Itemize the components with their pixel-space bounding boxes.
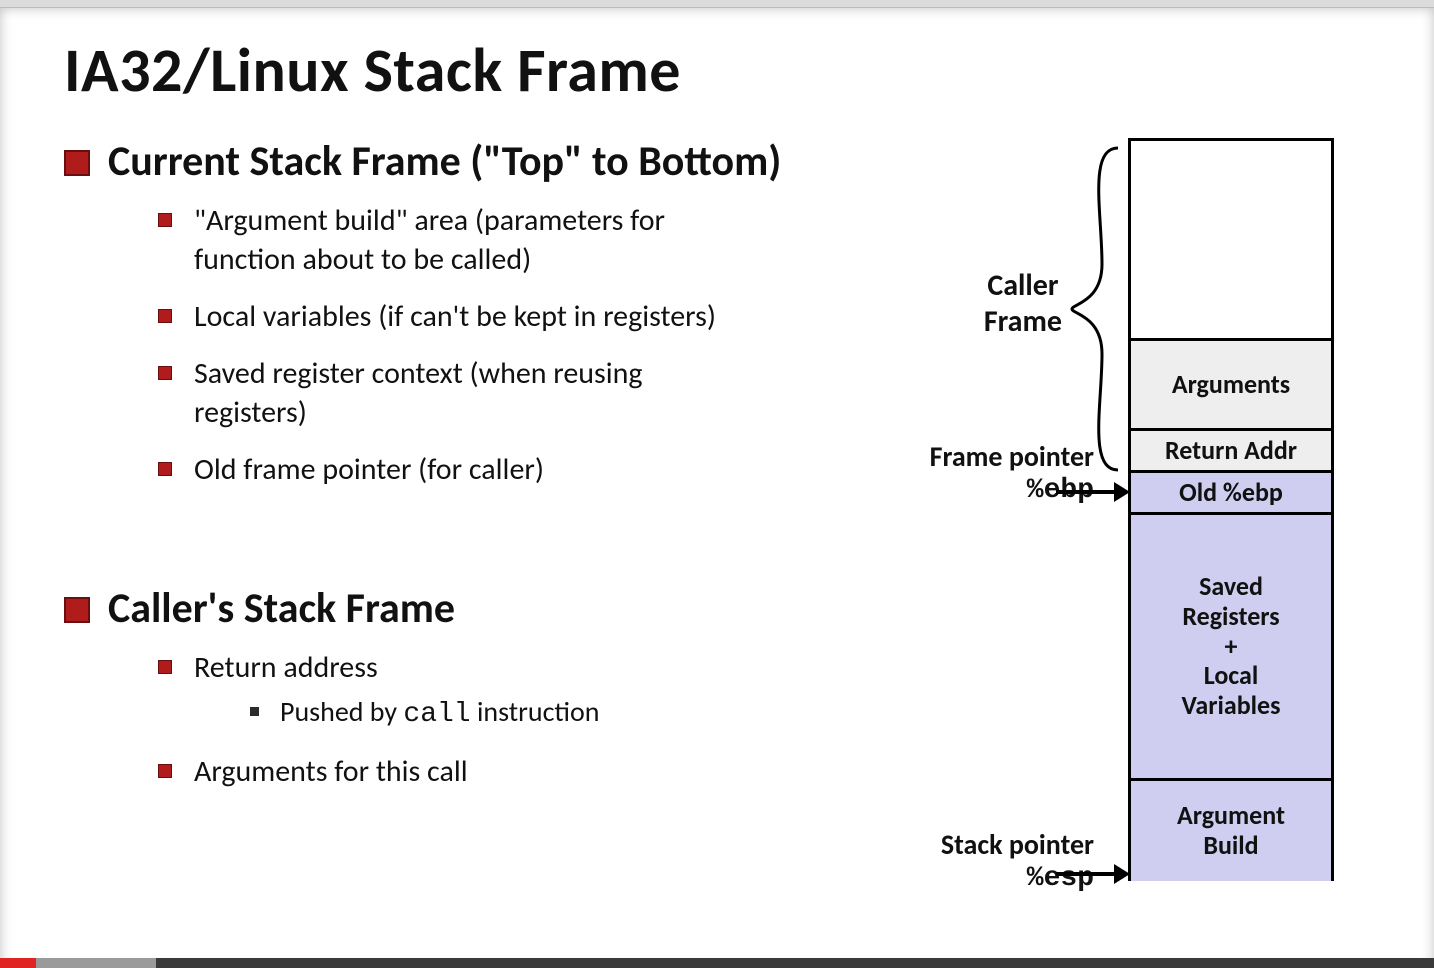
progress-played: [0, 958, 36, 968]
list-item: Arguments for this call: [158, 752, 754, 791]
slide-content: IA32/Linux Stack Frame Current Stack Fra…: [0, 8, 1434, 968]
sub-list-item: Pushed by call instruction: [250, 693, 754, 734]
stack-cell-return-addr: Return Addr: [1131, 431, 1331, 473]
sub-item-post: instruction: [471, 694, 600, 729]
caller-label-line1: Caller: [984, 268, 1062, 304]
stack-cell-saved-locals: SavedRegisters+LocalVariables: [1131, 515, 1331, 781]
slide-title: IA32/Linux Stack Frame: [64, 32, 1394, 108]
stack-diagram: Caller Frame Frame pointer %ebp Stack po…: [794, 138, 1394, 898]
stack-cell-arguments: Arguments: [1131, 341, 1331, 431]
sub-list: Pushed by call instruction: [194, 687, 754, 734]
caller-frame-label: Caller Frame: [984, 268, 1062, 340]
sub-item-pre: Pushed by: [280, 694, 403, 729]
video-progress-bar[interactable]: [0, 958, 1434, 968]
frame-pointer-text: Frame pointer: [930, 440, 1094, 474]
stack-pointer-label: Stack pointer %esp: [941, 828, 1094, 895]
stack-cell-old-ebp: Old %ebp: [1131, 473, 1331, 515]
stack-cell-top-space: [1131, 141, 1331, 341]
list-item: Saved register context (when reusing reg…: [158, 354, 754, 432]
stack-pointer-reg: %esp: [941, 862, 1094, 896]
section-heading: Current Stack Frame ("Top" to Bottom): [108, 136, 781, 187]
list-item-text: Return address: [194, 649, 378, 686]
progress-loaded: [36, 958, 156, 968]
list-item: "Argument build" area (parameters for fu…: [158, 201, 754, 279]
bullet-icon: [64, 597, 90, 623]
brace-icon: [1068, 144, 1128, 474]
list-item: Local variables (if can't be kept in reg…: [158, 297, 754, 336]
list-item: Old frame pointer (for caller): [158, 450, 754, 489]
slide: IA32/Linux Stack Frame Current Stack Fra…: [0, 8, 1434, 968]
section-heading: Caller's Stack Frame: [108, 583, 455, 634]
caller-label-line2: Frame: [984, 304, 1062, 340]
stack-cell-argument-build: ArgumentBuild: [1131, 781, 1331, 881]
list-item: Return address Pushed by call instructio…: [158, 648, 754, 734]
stack-column: Arguments Return Addr Old %ebp SavedRegi…: [1128, 138, 1334, 881]
stack-pointer-text: Stack pointer: [941, 828, 1094, 862]
frame-pointer-label: Frame pointer %ebp: [930, 440, 1094, 507]
bullet-icon: [64, 150, 90, 176]
sub-item-mono: call: [403, 699, 470, 730]
